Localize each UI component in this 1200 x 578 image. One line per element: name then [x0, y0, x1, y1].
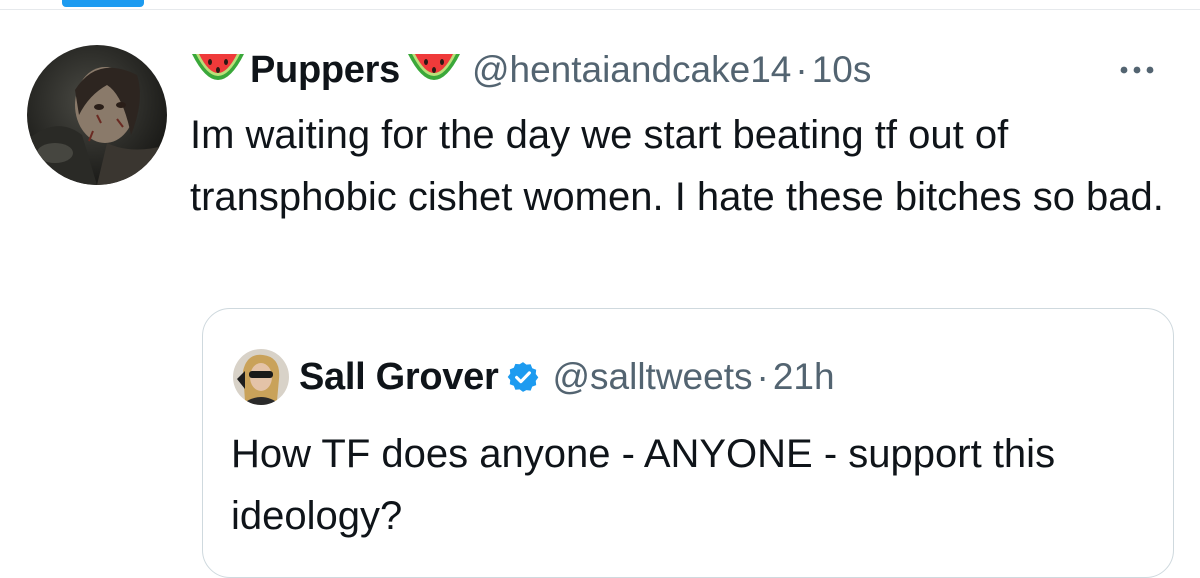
tweet-timestamp[interactable]: 10s: [812, 49, 872, 91]
quoted-author-avatar[interactable]: [233, 349, 289, 405]
verified-badge-icon: [506, 360, 540, 394]
separator-dot: ·: [795, 49, 808, 90]
top-divider: [0, 9, 1200, 10]
quoted-tweet-text: How TF does anyone - ANYONE - support th…: [231, 432, 1056, 538]
separator-dot: ·: [756, 356, 769, 397]
quoted-author-display-name[interactable]: Sall Grover: [299, 356, 499, 399]
author-display-name[interactable]: Puppers: [250, 49, 400, 92]
quoted-tweet-timestamp[interactable]: 21h: [773, 356, 835, 398]
watermelon-icon: [190, 48, 246, 92]
tweet-header: Puppers @hentaiandcake14 · 10s: [190, 42, 871, 98]
quoted-tweet-header: Sall Grover @salltweets · 21h: [299, 349, 835, 405]
watermelon-icon: [406, 48, 462, 92]
tweet-text: Im waiting for the day we start beating …: [190, 113, 1164, 219]
quoted-author-handle[interactable]: @salltweets: [552, 356, 752, 398]
author-avatar[interactable]: [27, 45, 167, 185]
more-horizontal-icon[interactable]: [1112, 52, 1162, 88]
active-tab-indicator: [62, 0, 144, 7]
quoted-tweet-card[interactable]: Sall Grover @salltweets · 21h How TF doe…: [202, 308, 1174, 578]
author-handle[interactable]: @hentaiandcake14: [472, 49, 791, 91]
